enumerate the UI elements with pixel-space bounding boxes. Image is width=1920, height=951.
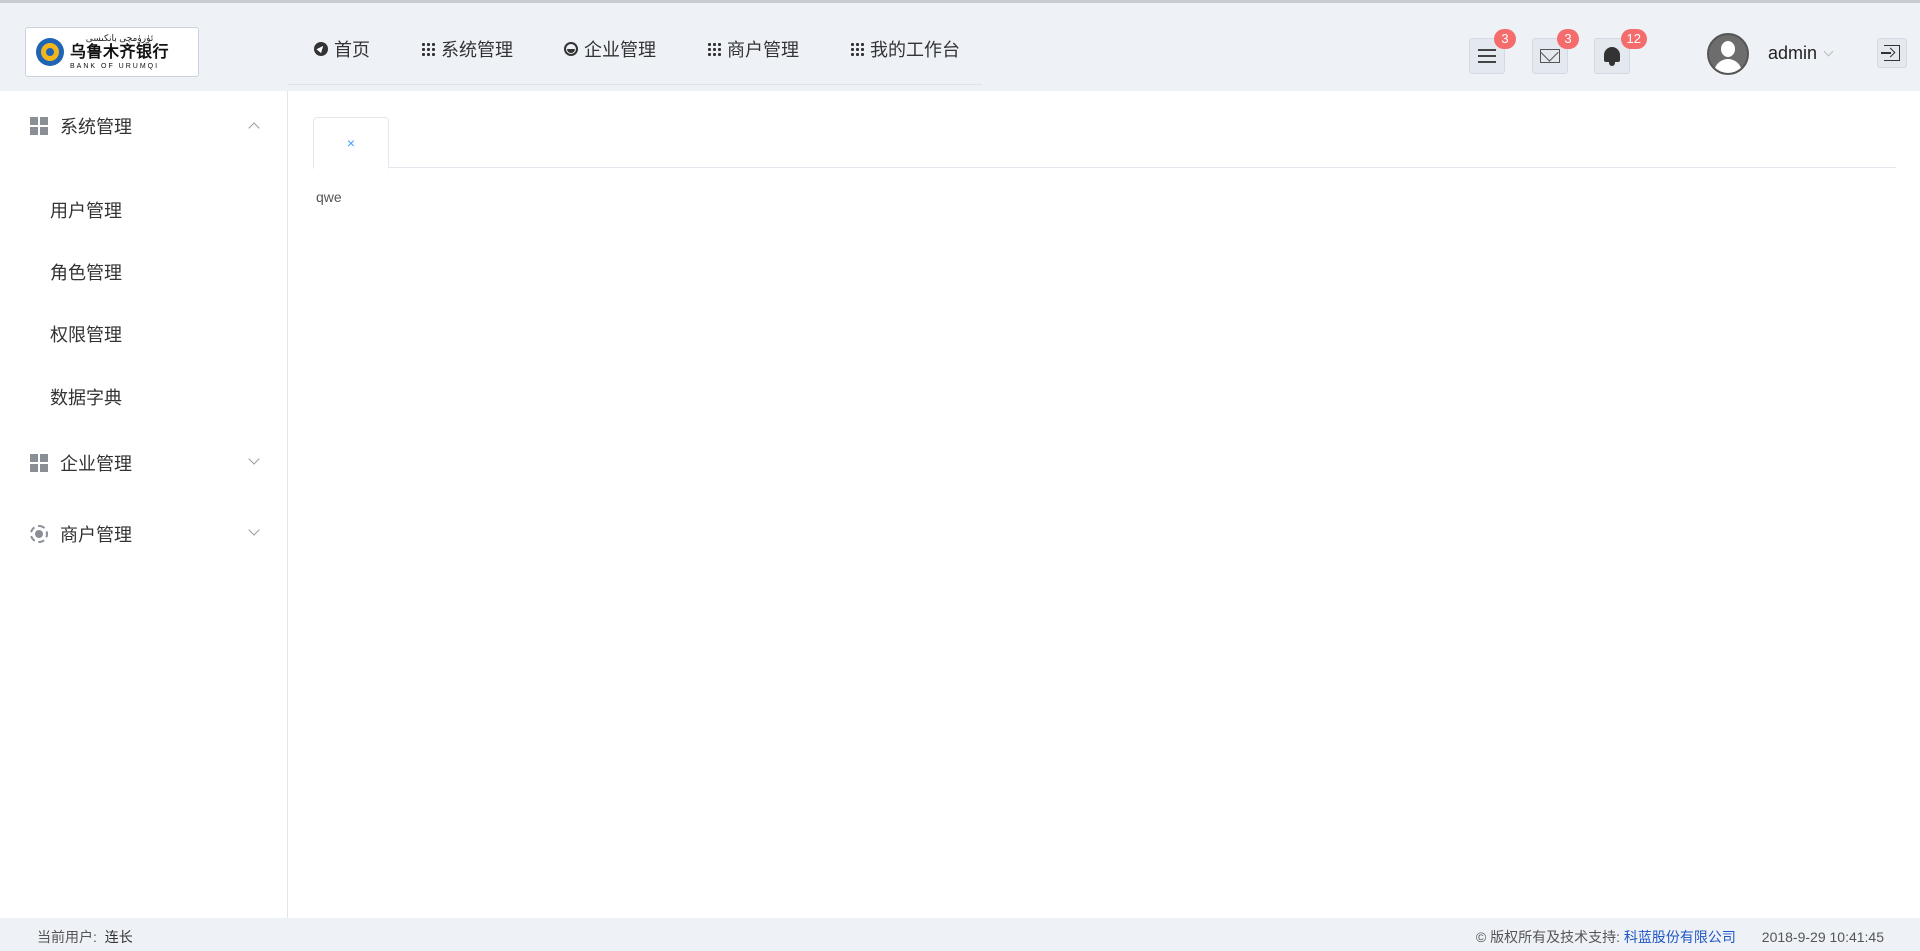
grid-icon bbox=[707, 42, 721, 56]
nav-system-management[interactable]: 系统管理 bbox=[421, 36, 513, 62]
sidebar-item-label: 用户管理 bbox=[50, 201, 122, 221]
user-avatar[interactable] bbox=[1707, 33, 1749, 75]
chevron-down-icon bbox=[248, 524, 260, 536]
sidebar-group-enterprise-management[interactable]: 企业管理 bbox=[0, 443, 288, 483]
header: ئۈرۈمچى بانكىسى 乌鲁木齐银行 BANK OF URUMQI 首页… bbox=[0, 3, 1920, 91]
page-content-text: qwe bbox=[316, 189, 342, 205]
top-navigation: 首页 系统管理 企业管理 商户管理 我的工作台 bbox=[288, 3, 982, 85]
sidebar-group-label: 企业管理 bbox=[60, 454, 132, 474]
bank-emblem-icon bbox=[36, 38, 64, 66]
messages-button[interactable]: 3 bbox=[1532, 29, 1579, 74]
nav-merchant-management[interactable]: 商户管理 bbox=[707, 36, 799, 62]
copyright-info: © 版权所有及技术支持: 科蓝股份有限公司 2018-9-29 10:41:45 bbox=[1476, 927, 1884, 947]
user-menu[interactable]: admin bbox=[1768, 43, 1834, 64]
sidebar-item-label: 权限管理 bbox=[50, 325, 122, 345]
tab-bar: × bbox=[313, 117, 1896, 169]
apps-icon bbox=[30, 117, 48, 135]
copyright-text: © 版权所有及技术支持: bbox=[1475, 929, 1620, 945]
footer: 当前用户: 连长 © 版权所有及技术支持: 科蓝股份有限公司 2018-9-29… bbox=[0, 918, 1920, 951]
sidebar-item-role-management[interactable]: 角色管理 bbox=[0, 250, 287, 294]
logo-name-cn: 乌鲁木齐银行 bbox=[70, 44, 170, 61]
current-user-label: 当前用户: bbox=[37, 929, 97, 945]
chevron-down-icon bbox=[248, 453, 260, 465]
notifications-button[interactable]: 12 bbox=[1594, 29, 1647, 74]
grid-icon bbox=[850, 42, 864, 56]
messages-badge: 3 bbox=[1557, 29, 1579, 49]
nav-label: 商户管理 bbox=[727, 40, 799, 60]
nav-my-workbench[interactable]: 我的工作台 bbox=[850, 36, 960, 62]
tab-active[interactable]: × bbox=[313, 117, 389, 169]
logo-text: ئۈرۈمچى بانكىسى 乌鲁木齐银行 BANK OF URUMQI bbox=[70, 33, 170, 71]
sidebar-item-permission-management[interactable]: 权限管理 bbox=[0, 312, 287, 356]
nav-label: 我的工作台 bbox=[870, 40, 960, 60]
logo-name-en: BANK OF URUMQI bbox=[70, 63, 160, 70]
sidebar-group-label: 商户管理 bbox=[60, 525, 132, 545]
nav-enterprise-management[interactable]: 企业管理 bbox=[564, 36, 656, 62]
company-link[interactable]: 科蓝股份有限公司 bbox=[1624, 929, 1736, 945]
sidebar-item-user-management[interactable]: 用户管理 bbox=[0, 188, 287, 232]
logout-icon bbox=[1881, 45, 1900, 61]
nav-home[interactable]: 首页 bbox=[314, 36, 370, 62]
nav-label: 企业管理 bbox=[584, 40, 656, 60]
current-user-info: 当前用户: 连长 bbox=[37, 927, 133, 947]
logout-button[interactable] bbox=[1877, 38, 1907, 68]
grid-icon bbox=[421, 42, 435, 56]
current-datetime: 2018-9-29 10:41:45 bbox=[1761, 929, 1884, 945]
sidebar-group-merchant-management[interactable]: 商户管理 bbox=[0, 514, 288, 554]
sidebar: 系统管理 用户管理 角色管理 权限管理 数据字典 企业管理 商户管理 bbox=[0, 91, 288, 918]
bank-logo[interactable]: ئۈرۈمچى بانكىسى 乌鲁木齐银行 BANK OF URUMQI bbox=[25, 27, 199, 77]
bell-icon bbox=[1602, 45, 1622, 67]
dashboard-icon bbox=[564, 42, 578, 56]
compass-icon bbox=[314, 42, 328, 56]
sidebar-item-data-dictionary[interactable]: 数据字典 bbox=[0, 375, 287, 419]
chevron-down-icon bbox=[1823, 46, 1834, 57]
notifications-badge: 12 bbox=[1620, 29, 1647, 49]
sidebar-group-label: 系统管理 bbox=[60, 117, 132, 137]
settings-icon bbox=[30, 525, 48, 543]
tasks-button[interactable]: 3 bbox=[1469, 29, 1516, 74]
sidebar-group-system-management[interactable]: 系统管理 bbox=[0, 106, 288, 146]
sidebar-item-label: 角色管理 bbox=[50, 263, 122, 283]
nav-label: 首页 bbox=[334, 40, 370, 60]
nav-label: 系统管理 bbox=[441, 40, 513, 60]
sidebar-item-label: 数据字典 bbox=[50, 388, 122, 408]
chevron-up-icon bbox=[248, 122, 260, 134]
apps-icon bbox=[30, 454, 48, 472]
username: admin bbox=[1768, 43, 1818, 63]
tasks-badge: 3 bbox=[1494, 29, 1516, 49]
close-icon[interactable]: × bbox=[347, 136, 355, 150]
logo-script-text: ئۈرۈمچى بانكىسى bbox=[85, 33, 154, 43]
current-user-name: 连长 bbox=[104, 929, 133, 945]
list-icon bbox=[1478, 49, 1496, 63]
main-content: × qwe bbox=[289, 91, 1920, 918]
mail-icon bbox=[1540, 49, 1560, 63]
